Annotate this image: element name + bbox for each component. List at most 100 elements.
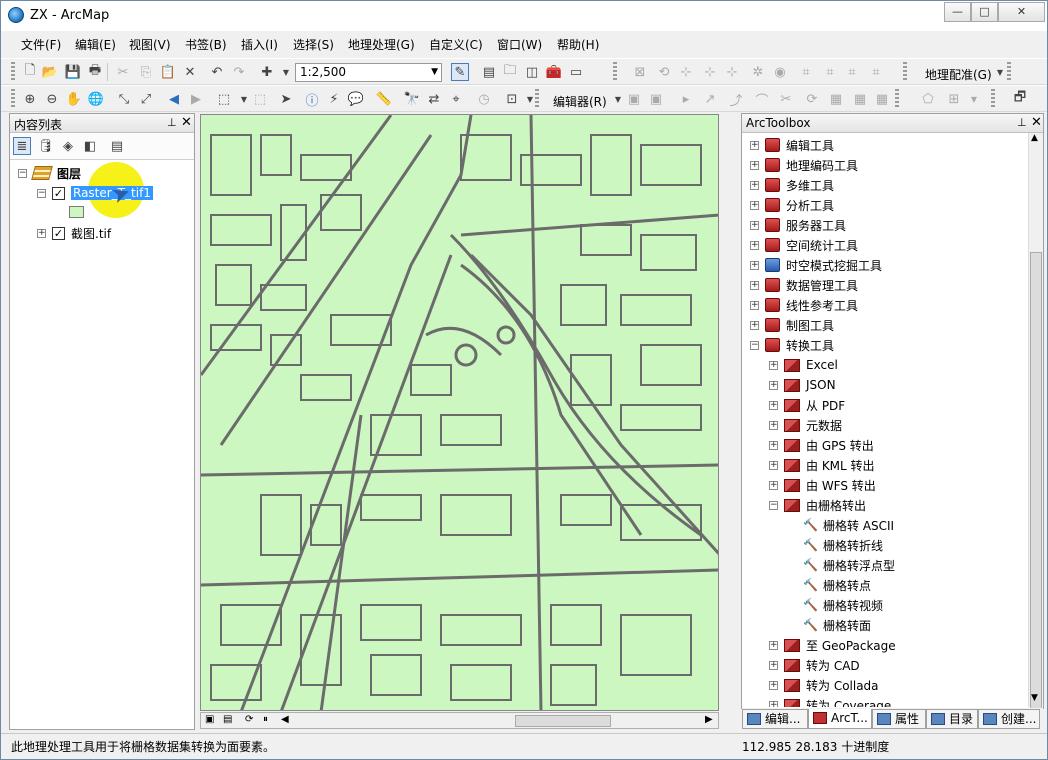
tab-attributes[interactable]: 属性 xyxy=(872,709,926,729)
scroll-left-icon[interactable]: ◀ xyxy=(281,714,289,725)
map-display[interactable] xyxy=(200,114,719,711)
options-icon[interactable]: ▤ xyxy=(108,137,126,155)
expand-icon[interactable]: + xyxy=(769,700,778,707)
toolbox-item[interactable]: + 地理编码工具 xyxy=(750,155,858,175)
create-viewer-icon[interactable]: ⊡ xyxy=(503,90,521,108)
close-button[interactable]: ✕ xyxy=(998,2,1045,22)
pan-icon[interactable]: ✋ xyxy=(65,90,83,108)
go-to-xy-icon[interactable]: ⌖ xyxy=(447,90,465,108)
georef-link-icon[interactable]: ⊹ xyxy=(677,63,695,81)
close-icon[interactable]: ✕ xyxy=(1031,115,1042,130)
arctoolbox-icon[interactable]: 🧰 xyxy=(545,63,563,81)
menu-insert[interactable]: 插入(I) xyxy=(241,36,278,53)
menu-bookmarks[interactable]: 书签(B) xyxy=(185,36,227,53)
scroll-right-icon[interactable]: ▶ xyxy=(705,714,713,725)
toolbox-item[interactable]: + 编辑工具 xyxy=(750,135,834,155)
georeferencing-menu[interactable]: 地理配准(G) xyxy=(925,66,992,83)
curve-icon[interactable]: ⌒ xyxy=(753,90,771,109)
toolbox-item[interactable]: + 线性参考工具 xyxy=(750,295,858,315)
toolbar-grip[interactable] xyxy=(613,62,617,82)
georef-update-icon[interactable]: ⌗ xyxy=(821,63,839,81)
zoom-in-icon[interactable]: ⊕ xyxy=(21,90,39,108)
layer-name[interactable]: 截图.tif xyxy=(71,225,111,242)
expand-icon[interactable]: + xyxy=(750,260,759,270)
undo-icon[interactable]: ↶ xyxy=(208,63,226,81)
create-features-icon[interactable]: ▦ xyxy=(873,90,891,108)
toolbar-grip[interactable] xyxy=(895,89,899,109)
straight-segment-icon[interactable]: ↗ xyxy=(701,90,719,108)
forward-icon[interactable]: ▶ xyxy=(187,90,205,108)
python-window-icon[interactable]: ▭ xyxy=(567,63,585,81)
expand-icon[interactable]: + xyxy=(769,480,778,490)
tab-editor[interactable]: 编辑... xyxy=(742,709,808,729)
toolbox-item[interactable]: − 转换工具 xyxy=(750,335,834,355)
layer-visibility-checkbox[interactable]: ✓ xyxy=(52,186,65,200)
time-slider-icon[interactable]: ◷ xyxy=(475,90,493,108)
identify-icon[interactable]: ⓘ xyxy=(303,90,321,109)
toolbox-item[interactable]: + 服务器工具 xyxy=(750,215,846,235)
toolset-item[interactable]: − 由栅格转出 xyxy=(769,495,866,515)
menu-view[interactable]: 视图(V) xyxy=(129,36,171,53)
select-features-icon[interactable]: ⬚ xyxy=(215,90,233,108)
tool-item[interactable]: 🔨 栅格转视频 xyxy=(788,595,883,615)
add-data-icon[interactable]: ✚ xyxy=(258,63,276,81)
menu-geoprocessing[interactable]: 地理处理(G) xyxy=(348,36,415,53)
expand-icon[interactable]: + xyxy=(37,228,46,238)
collapse-icon[interactable]: − xyxy=(750,340,759,350)
toolbox-item[interactable]: + 制图工具 xyxy=(750,315,834,335)
select-elements-icon[interactable]: ➤ xyxy=(277,90,295,108)
editor-menu[interactable]: 编辑器(R) xyxy=(553,93,607,110)
expand-icon[interactable]: + xyxy=(769,380,778,390)
arctoolbox-scrollbar[interactable]: ▲ ▼ xyxy=(1028,133,1043,722)
expand-icon[interactable]: + xyxy=(769,460,778,470)
minimize-button[interactable]: — xyxy=(944,2,971,22)
expand-icon[interactable]: + xyxy=(750,240,759,250)
toolset-item[interactable]: + 转为 CAD xyxy=(769,655,860,675)
close-icon[interactable]: ✕ xyxy=(181,115,192,130)
georef-view-icon[interactable]: ◉ xyxy=(771,63,789,81)
menu-edit[interactable]: 编辑(E) xyxy=(75,36,116,53)
save-icon[interactable]: 💾 xyxy=(64,63,82,81)
trace-icon[interactable]: ⤴ xyxy=(727,90,745,109)
expand-icon[interactable]: + xyxy=(769,420,778,430)
expand-icon[interactable]: + xyxy=(750,300,759,310)
toolbox-item[interactable]: + 时空模式挖掘工具 xyxy=(750,255,882,275)
copy-icon[interactable]: ⎘ xyxy=(137,63,155,81)
edit-vertex-icon[interactable]: ▸ xyxy=(677,90,695,108)
list-by-visibility-icon[interactable]: ◈ xyxy=(59,137,77,155)
layer-screenshot[interactable]: + ✓ 截图.tif xyxy=(37,223,111,243)
list-by-selection-icon[interactable]: ◧ xyxy=(81,137,99,155)
toolset-item[interactable]: + 由 KML 转出 xyxy=(769,455,875,475)
expand-icon[interactable]: + xyxy=(769,440,778,450)
layer-raster[interactable]: − ✓ Raster_T_tif1 xyxy=(37,183,153,203)
toolset-item[interactable]: + 元数据 xyxy=(769,415,842,435)
collapse-icon[interactable]: − xyxy=(769,500,778,510)
expand-icon[interactable]: + xyxy=(769,660,778,670)
pin-icon[interactable]: ⊥ xyxy=(167,116,177,129)
table-of-contents-icon[interactable]: ▤ xyxy=(480,63,498,81)
tool-item[interactable]: 🔨 栅格转点 xyxy=(788,575,871,595)
list-by-source-icon[interactable]: 🛢 xyxy=(37,137,55,155)
toolset-item[interactable]: + 由 GPS 转出 xyxy=(769,435,874,455)
back-icon[interactable]: ◀ xyxy=(165,90,183,108)
find-route-icon[interactable]: ⇄ xyxy=(425,90,443,108)
layer-visibility-checkbox[interactable]: ✓ xyxy=(52,226,65,240)
tool-item[interactable]: 🔨 栅格转面 xyxy=(788,615,871,635)
toolbar-grip[interactable] xyxy=(903,62,907,82)
scroll-up-icon[interactable]: ▲ xyxy=(1031,133,1038,143)
toolbar-grip[interactable] xyxy=(991,89,995,109)
tab-arctoolbox[interactable]: ArcT... xyxy=(808,709,872,729)
toolset-item[interactable]: + 由 WFS 转出 xyxy=(769,475,876,495)
search-window-icon[interactable]: ◫ xyxy=(523,63,541,81)
toolbox-item[interactable]: + 数据管理工具 xyxy=(750,275,858,295)
menu-file[interactable]: 文件(F) xyxy=(21,36,61,53)
catalog-icon[interactable]: 🗀 xyxy=(501,63,519,81)
collapse-icon[interactable]: − xyxy=(37,188,46,198)
attributes-icon[interactable]: ▦ xyxy=(827,90,845,108)
split-icon[interactable]: ✂ xyxy=(777,90,795,108)
new-document-icon[interactable]: 🗋 xyxy=(21,63,39,81)
map-scale-dropdown[interactable]: 1:2,500 ▼ xyxy=(295,63,442,82)
scroll-thumb[interactable] xyxy=(515,715,611,727)
tool-item[interactable]: 🔨 栅格转浮点型 xyxy=(788,555,895,575)
expand-icon[interactable]: + xyxy=(750,220,759,230)
